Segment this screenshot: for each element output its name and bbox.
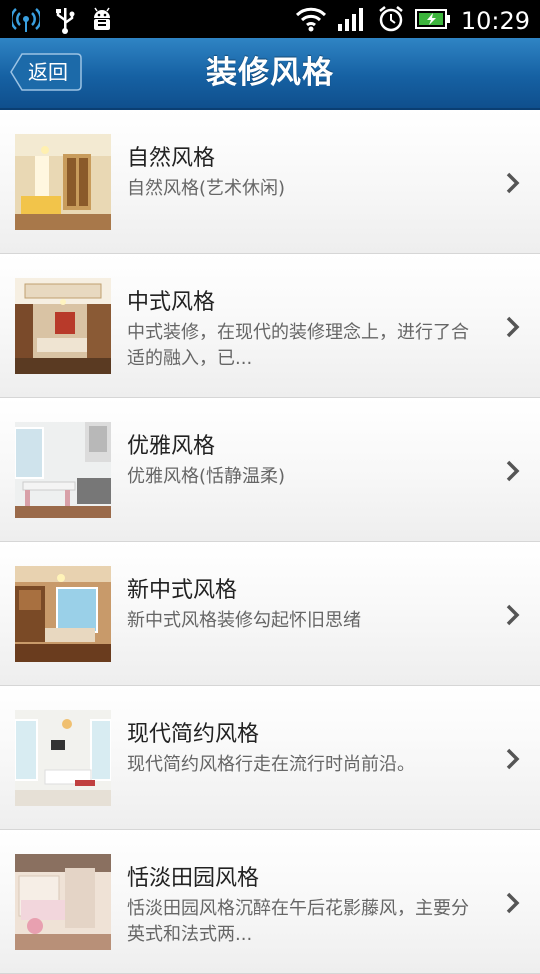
item-description: 新中式风格装修勾起怀旧思绪 (127, 610, 361, 631)
style-thumbnail (15, 278, 111, 374)
wifi-hotspot-icon (10, 7, 42, 37)
item-description: 自然风格(艺术休闲) (127, 178, 286, 199)
item-title: 恬淡田园风格 (127, 866, 260, 891)
clock-time: 10:29 (460, 7, 530, 35)
item-title: 现代简约风格 (127, 722, 260, 747)
list-item[interactable]: 新中式风格 新中式风格装修勾起怀旧思绪 (0, 542, 540, 686)
chevron-right-icon (506, 316, 520, 342)
chevron-right-icon (506, 460, 520, 486)
item-title: 自然风格 (127, 146, 216, 171)
item-description: 现代简约风格行走在流行时尚前沿。 (127, 754, 415, 775)
battery-charging-icon (414, 8, 451, 34)
item-title: 新中式风格 (127, 578, 238, 603)
style-list: 自然风格 自然风格(艺术休闲) 中式风格 中式装修，在现代的装修理念上，进行了合… (0, 110, 540, 974)
chevron-right-icon (506, 892, 520, 918)
list-item[interactable]: 现代简约风格 现代简约风格行走在流行时尚前沿。 (0, 686, 540, 830)
chevron-right-icon (506, 748, 520, 774)
style-thumbnail (15, 422, 111, 518)
list-item[interactable]: 恬淡田园风格 恬淡田园风格沉醉在午后花影藤风，主要分英式和法式两... (0, 830, 540, 974)
alarm-icon (377, 5, 405, 37)
title-bar: 返回 装修风格 (0, 38, 540, 110)
item-title: 中式风格 (127, 290, 216, 315)
item-description: 恬淡田园风格沉醉在午后花影藤风，主要分英式和法式两... (127, 898, 469, 945)
cell-signal-icon (337, 6, 367, 36)
list-item[interactable]: 自然风格 自然风格(艺术休闲) (0, 110, 540, 254)
chevron-right-icon (506, 604, 520, 630)
item-description: 优雅风格(恬静温柔) (127, 466, 286, 487)
status-bar: 10:29 (0, 0, 540, 38)
list-item[interactable]: 中式风格 中式装修，在现代的装修理念上，进行了合适的融入，已... (0, 254, 540, 398)
item-title: 优雅风格 (127, 434, 216, 459)
wifi-signal-icon (295, 6, 327, 36)
list-item[interactable]: 优雅风格 优雅风格(恬静温柔) (0, 398, 540, 542)
item-description: 中式装修，在现代的装修理念上，进行了合适的融入，已... (127, 322, 469, 369)
page-title: 装修风格 (206, 55, 334, 91)
style-thumbnail (15, 854, 111, 950)
android-debug-icon (90, 6, 114, 38)
usb-icon (54, 6, 76, 38)
style-thumbnail (15, 566, 111, 662)
style-thumbnail (15, 134, 111, 230)
chevron-right-icon (506, 172, 520, 198)
style-thumbnail (15, 710, 111, 806)
